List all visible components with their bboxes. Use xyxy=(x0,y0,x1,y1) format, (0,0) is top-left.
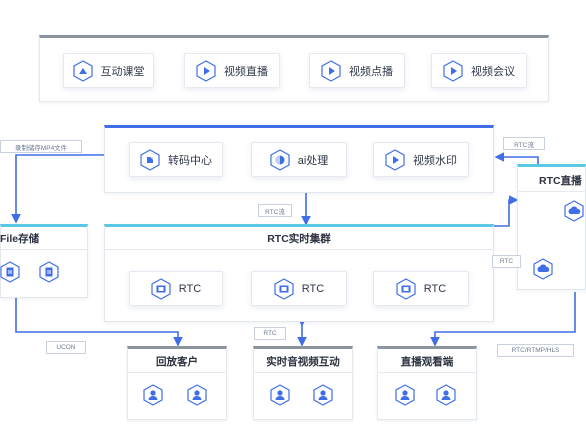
client-divider xyxy=(377,372,477,373)
film-icon xyxy=(151,277,171,300)
user-icon xyxy=(187,384,207,406)
client-title: 直播观看端 xyxy=(400,355,454,368)
rtc-node[interactable]: RTC xyxy=(129,271,223,306)
transcode-icon xyxy=(140,148,160,171)
user-icon xyxy=(395,384,415,406)
user-icon xyxy=(436,384,456,406)
play-icon xyxy=(385,148,405,171)
document-icon xyxy=(0,261,20,283)
rtc-node-label: RTC xyxy=(178,282,202,295)
classroom-icon xyxy=(72,59,93,82)
proc-card-watermark[interactable]: 视频水印 xyxy=(373,142,469,177)
app-label: 视频直播 xyxy=(224,65,268,78)
rtc-node-label: RTC xyxy=(423,282,447,295)
user-icon xyxy=(270,384,290,406)
edge-label-rtmp: RTC/RTMP/HLS xyxy=(497,344,574,357)
rtc-node-label: RTC xyxy=(301,282,325,295)
client-title: 回放客户 xyxy=(156,355,198,368)
rtc-cluster-divider xyxy=(104,249,494,250)
client-divider xyxy=(253,372,353,373)
edge-label-rtc-flow-top: RTC流 xyxy=(503,137,545,150)
file-storage-title: File存储 xyxy=(0,232,40,245)
proc-label: ai处理 xyxy=(297,154,329,167)
app-card-vod[interactable]: 视频点播 xyxy=(309,53,405,88)
film-icon xyxy=(274,277,294,300)
cloud-icon xyxy=(564,200,584,222)
app-card-meeting[interactable]: 视频会议 xyxy=(431,53,527,88)
user-icon xyxy=(143,384,163,406)
play-icon xyxy=(443,59,463,82)
edge-label-ucon: UCON xyxy=(46,341,86,354)
proc-label: 视频水印 xyxy=(413,154,457,167)
client-divider xyxy=(127,372,227,373)
ai-icon xyxy=(270,148,290,171)
edge-label-rtc-bottom: RTC xyxy=(254,327,286,340)
app-card-live[interactable]: 视频直播 xyxy=(184,53,280,88)
rtc-live-divider xyxy=(517,191,586,192)
proc-card-ai[interactable]: ai处理 xyxy=(251,142,347,177)
edge-label-record: 录制储存MP4文件 xyxy=(0,140,82,153)
app-label: 视频点播 xyxy=(349,65,393,78)
play-icon xyxy=(196,59,216,82)
rtc-cluster-title: RTC实时集群 xyxy=(267,232,331,245)
rtc-node[interactable]: RTC xyxy=(373,271,469,306)
file-storage-divider xyxy=(0,249,88,250)
edge-label-rtc-right: RTC xyxy=(492,255,521,268)
app-card-classroom[interactable]: 互动课堂 xyxy=(63,53,154,88)
app-label: 互动课堂 xyxy=(100,65,145,78)
play-icon xyxy=(321,59,341,82)
rtc-node[interactable]: RTC xyxy=(251,271,347,306)
proc-card-transcode[interactable]: 转码中心 xyxy=(129,142,223,177)
proc-label: 转码中心 xyxy=(168,154,212,167)
connector-record xyxy=(11,154,104,224)
cloud-icon xyxy=(533,258,553,280)
app-label: 视频会议 xyxy=(471,65,515,78)
document-icon xyxy=(39,261,59,283)
client-title: 实时音视频互动 xyxy=(266,355,340,368)
rtc-live-title: RTC直播 xyxy=(539,174,582,187)
connector-rtc-live xyxy=(494,195,519,227)
user-icon xyxy=(313,384,333,406)
film-icon xyxy=(396,277,416,300)
edge-label-rtc-flow-mid: RTC流 xyxy=(258,204,292,217)
